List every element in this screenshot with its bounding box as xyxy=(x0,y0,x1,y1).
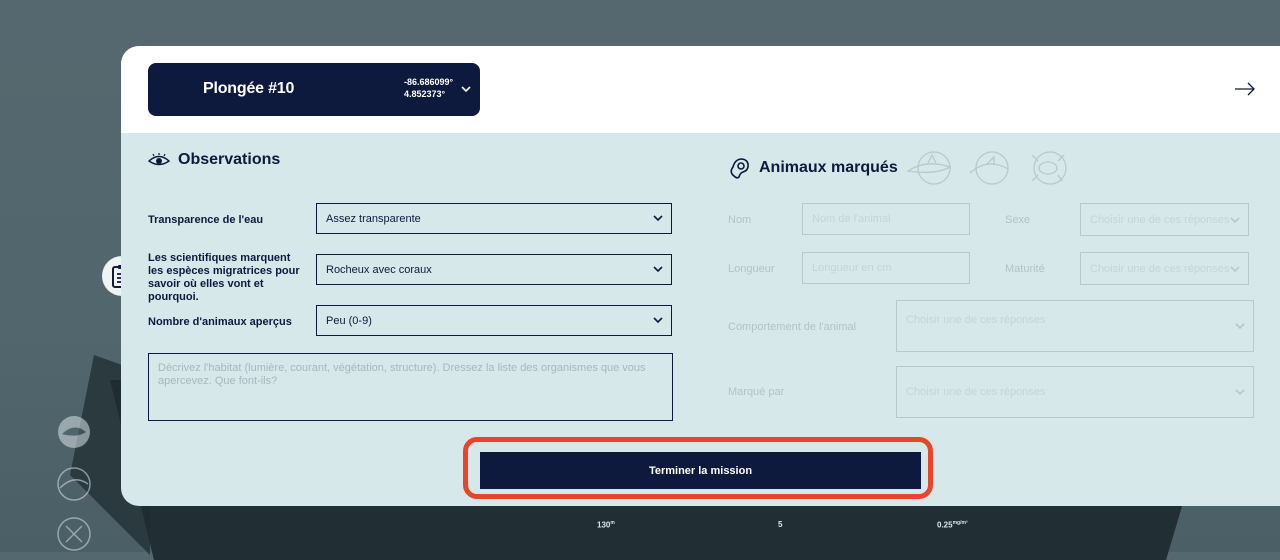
mission-panel: Plongée #10 -86.686099° 4.852373° Observ… xyxy=(121,46,1280,506)
water-transparency-select[interactable]: Assez transparente xyxy=(316,203,672,234)
arrow-right-icon[interactable] xyxy=(1234,82,1256,96)
name-label: Nom xyxy=(728,214,752,226)
tagged-by-select[interactable]: Choisir une de ces réponses xyxy=(896,366,1254,418)
dolphin-icon[interactable] xyxy=(964,149,1014,187)
dive-title: Plongée #10 xyxy=(203,80,295,97)
tagged-animals-heading: Animaux marqués xyxy=(727,149,1072,187)
length-input[interactable]: Longueur en cm xyxy=(802,252,970,284)
chevron-down-icon xyxy=(653,215,663,222)
tagged-by-placeholder: Choisir une de ces réponses xyxy=(906,386,1046,398)
chevron-down-icon xyxy=(1230,217,1240,224)
animal-count-select[interactable]: Peu (0-9) xyxy=(316,305,672,336)
shark-species-icon xyxy=(58,416,90,448)
chevron-down-icon xyxy=(1235,389,1245,396)
water-transparency-value: Assez transparente xyxy=(326,212,421,225)
dolphin-species-icon xyxy=(57,467,91,501)
animal-count-label: Nombre d'animaux aperçus xyxy=(148,316,292,328)
count-stat: 5 xyxy=(778,520,783,529)
concentration-stat: 0.25mg/m³ xyxy=(937,520,968,530)
sex-select[interactable]: Choisir une de ces réponses xyxy=(1080,203,1249,236)
observations-title: Observations xyxy=(178,151,281,168)
sex-label: Sexe xyxy=(1005,214,1031,226)
dive-longitude: -86.686099° xyxy=(404,77,454,87)
tag-ear-icon xyxy=(730,158,749,179)
chevron-down-icon xyxy=(653,266,663,273)
chevron-down-icon xyxy=(461,86,471,93)
behavior-label: Comportement de l'animal xyxy=(728,321,857,333)
dive-latitude: 4.852373° xyxy=(404,89,446,99)
habitat-type-value: Rocheux avec coraux xyxy=(326,263,432,276)
behavior-placeholder: Choisir une de ces réponses xyxy=(906,314,1046,326)
shark-icon[interactable] xyxy=(905,149,956,187)
depth-stat: 130m xyxy=(597,520,615,530)
maturity-placeholder: Choisir une de ces réponses xyxy=(1090,262,1230,275)
animal-count-value: Peu (0-9) xyxy=(326,314,372,327)
water-transparency-label: Transparence de l'eau xyxy=(148,214,264,226)
finish-mission-button[interactable]: Terminer la mission xyxy=(480,452,921,489)
turtle-species-icon xyxy=(57,517,91,551)
sex-placeholder: Choisir une de ces réponses xyxy=(1090,213,1230,226)
chevron-down-icon xyxy=(1230,266,1240,273)
tagged-by-label: Marqué par xyxy=(728,386,785,398)
habitat-description-input[interactable]: Décrivez l'habitat (lumière, courant, vé… xyxy=(148,353,673,421)
migratory-species-label: Les scientifiques marquent les espèces m… xyxy=(148,252,300,303)
length-label: Longueur xyxy=(728,263,775,275)
eye-icon xyxy=(148,153,170,166)
dive-coordinates: -86.686099° 4.852373° xyxy=(404,76,453,100)
chevron-down-icon xyxy=(653,317,663,324)
observations-heading: Observations xyxy=(148,151,280,169)
behavior-select[interactable]: Choisir une de ces réponses xyxy=(896,300,1254,352)
maturity-select[interactable]: Choisir une de ces réponses xyxy=(1080,252,1249,285)
dive-selector[interactable]: Plongée #10 -86.686099° 4.852373° xyxy=(148,63,480,116)
tagged-animals-title: Animaux marqués xyxy=(759,159,898,176)
habitat-type-select[interactable]: Rocheux avec coraux xyxy=(316,254,672,285)
maturity-label: Maturité xyxy=(1005,263,1045,275)
name-input[interactable]: Nom de l'animal xyxy=(802,203,970,235)
turtle-icon[interactable] xyxy=(1022,149,1072,187)
chevron-down-icon xyxy=(1235,323,1245,330)
